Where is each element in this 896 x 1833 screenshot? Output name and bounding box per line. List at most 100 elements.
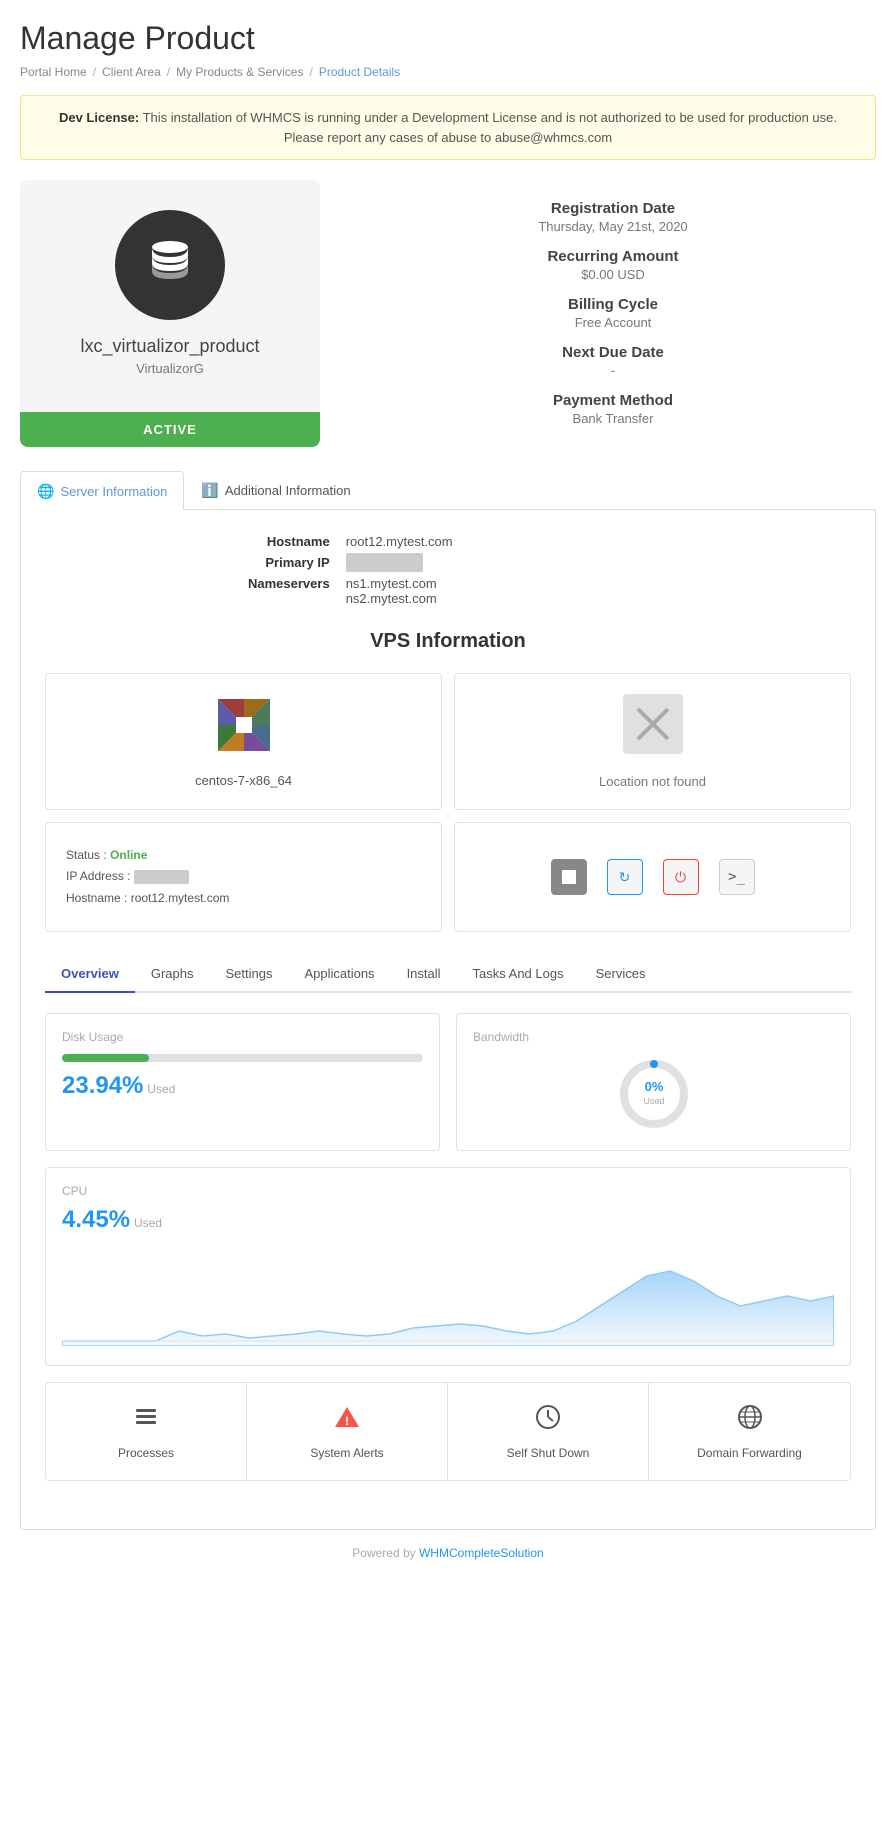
breadcrumb-my-products[interactable]: My Products & Services xyxy=(176,65,303,79)
recurring-value: $0.00 USD xyxy=(350,267,876,282)
cpu-percent: 4.45% xyxy=(62,1206,130,1233)
product-card: lxc_virtualizor_product VirtualizorG ACT… xyxy=(20,180,320,447)
sub-tab-tasks-logs[interactable]: Tasks And Logs xyxy=(457,956,580,993)
processes-label: Processes xyxy=(118,1446,174,1460)
processes-action[interactable]: Processes xyxy=(46,1383,247,1480)
ip-blurred: ████ xyxy=(134,870,189,884)
ip-line: IP Address : ████ xyxy=(66,866,189,888)
primary-ip-label: Primary IP xyxy=(248,555,330,570)
hostname-label: Hostname xyxy=(248,534,330,549)
processes-icon xyxy=(132,1403,160,1438)
product-info: Registration Date Thursday, May 21st, 20… xyxy=(350,180,876,440)
system-alerts-label: System Alerts xyxy=(310,1446,383,1460)
registration-value: Thursday, May 21st, 2020 xyxy=(350,219,876,234)
power-button[interactable]: ⏻ xyxy=(663,859,699,895)
product-name: lxc_virtualizor_product xyxy=(40,336,300,357)
vps-controls-card[interactable]: ↻ ⏻ >_ xyxy=(454,822,851,932)
tab-server-information[interactable]: 🌐 Server Information xyxy=(20,471,184,510)
registration-label: Registration Date xyxy=(350,200,876,217)
restart-button[interactable]: ↻ xyxy=(607,859,643,895)
sub-tab-services[interactable]: Services xyxy=(580,956,662,993)
sub-tabs: Overview Graphs Settings Applications In… xyxy=(45,956,851,993)
due-row: Next Due Date - xyxy=(350,344,876,378)
bottom-actions: Processes ! System Alerts xyxy=(45,1382,851,1481)
svg-text:!: ! xyxy=(345,1414,349,1428)
tab-additional-information[interactable]: ℹ️ Additional Information xyxy=(184,471,367,509)
warning-banner: Dev License: This installation of WHMCS … xyxy=(20,95,876,160)
vps-top-grid: centos-7-x86_64 Location not found xyxy=(45,673,851,810)
hostname-line: Hostname : root12.mytest.com xyxy=(66,888,229,910)
power-icon: ⏻ xyxy=(675,869,686,886)
recurring-row: Recurring Amount $0.00 USD xyxy=(350,248,876,282)
location-text: Location not found xyxy=(599,774,706,789)
product-subtitle: VirtualizorG xyxy=(40,361,300,376)
os-name: centos-7-x86_64 xyxy=(195,773,292,788)
product-section: lxc_virtualizor_product VirtualizorG ACT… xyxy=(20,180,876,447)
terminal-button[interactable]: >_ xyxy=(719,859,755,895)
clock-icon xyxy=(534,1403,562,1438)
page-title: Manage Product xyxy=(20,20,876,57)
status-line: Status : Online xyxy=(66,845,147,867)
disk-bar-fill xyxy=(62,1054,149,1062)
stop-button[interactable] xyxy=(551,859,587,895)
breadcrumb-portal-home[interactable]: Portal Home xyxy=(20,65,87,79)
product-icon-area: lxc_virtualizor_product VirtualizorG xyxy=(20,180,320,396)
disk-percent: 23.94% xyxy=(62,1072,143,1099)
breadcrumb: Portal Home / Client Area / My Products … xyxy=(20,65,876,79)
payment-label: Payment Method xyxy=(350,392,876,409)
bandwidth-donut: 0% Used xyxy=(614,1054,694,1134)
sub-tab-graphs[interactable]: Graphs xyxy=(135,956,210,993)
self-shut-down-label: Self Shut Down xyxy=(507,1446,590,1460)
status-online-value: Online xyxy=(110,848,147,862)
system-alerts-action[interactable]: ! System Alerts xyxy=(247,1383,448,1480)
vps-os-card: centos-7-x86_64 xyxy=(45,673,442,810)
billing-value: Free Account xyxy=(350,315,876,330)
cpu-card: CPU 4.45% Used xyxy=(45,1167,851,1366)
location-icon xyxy=(623,694,683,766)
disk-bar-track xyxy=(62,1054,423,1062)
sub-tab-install[interactable]: Install xyxy=(391,956,457,993)
cpu-chart xyxy=(62,1246,834,1346)
svg-text:0%: 0% xyxy=(644,1079,663,1094)
recurring-label: Recurring Amount xyxy=(350,248,876,265)
database-icon xyxy=(145,235,195,295)
svg-text:Used: Used xyxy=(643,1096,664,1106)
vps-title: VPS Information xyxy=(45,630,851,653)
cpu-label: CPU xyxy=(62,1184,834,1198)
hostname-value: root12.mytest.com xyxy=(346,534,648,549)
disk-label: Disk Usage xyxy=(62,1030,423,1044)
info-tab-icon: ℹ️ xyxy=(201,482,218,499)
vps-bottom-grid: Status : Online IP Address : ████ Hostna… xyxy=(45,822,851,932)
os-logo-icon xyxy=(214,695,274,765)
globe-tab-icon: 🌐 xyxy=(37,483,54,500)
due-value: - xyxy=(350,363,876,378)
vps-location-card: Location not found xyxy=(454,673,851,810)
bandwidth-label: Bandwidth xyxy=(473,1030,834,1044)
nameservers-values: ns1.mytest.com ns2.mytest.com xyxy=(346,576,648,606)
usage-row: Disk Usage 23.94% Used Bandwidth 0% xyxy=(45,1013,851,1151)
vps-status-card: Status : Online IP Address : ████ Hostna… xyxy=(45,822,442,932)
restart-icon: ↻ xyxy=(619,869,631,886)
breadcrumb-client-area[interactable]: Client Area xyxy=(102,65,161,79)
disk-percent-row: 23.94% Used xyxy=(62,1072,423,1100)
disk-used-label: Used xyxy=(147,1082,175,1096)
tab-server-info-label: Server Information xyxy=(60,484,167,499)
self-shut-down-action[interactable]: Self Shut Down xyxy=(448,1383,649,1480)
warning-prefix: Dev License: xyxy=(59,110,139,125)
footer-link[interactable]: WHMCompleteSolution xyxy=(419,1546,544,1560)
registration-row: Registration Date Thursday, May 21st, 20… xyxy=(350,200,876,234)
domain-forwarding-label: Domain Forwarding xyxy=(697,1446,802,1460)
terminal-icon: >_ xyxy=(728,869,745,885)
sub-tab-settings[interactable]: Settings xyxy=(209,956,288,993)
sub-tab-overview[interactable]: Overview xyxy=(45,956,135,993)
tab-additional-info-label: Additional Information xyxy=(225,483,351,498)
cpu-used-label: Used xyxy=(134,1216,162,1230)
billing-label: Billing Cycle xyxy=(350,296,876,313)
donut-container: 0% Used xyxy=(473,1054,834,1134)
stop-icon xyxy=(562,870,576,884)
domain-forwarding-action[interactable]: Domain Forwarding xyxy=(649,1383,850,1480)
sub-tab-applications[interactable]: Applications xyxy=(288,956,390,993)
globe-action-icon xyxy=(736,1403,764,1438)
tabs-nav: 🌐 Server Information ℹ️ Additional Infor… xyxy=(20,471,876,510)
cpu-chart-container xyxy=(62,1246,834,1349)
